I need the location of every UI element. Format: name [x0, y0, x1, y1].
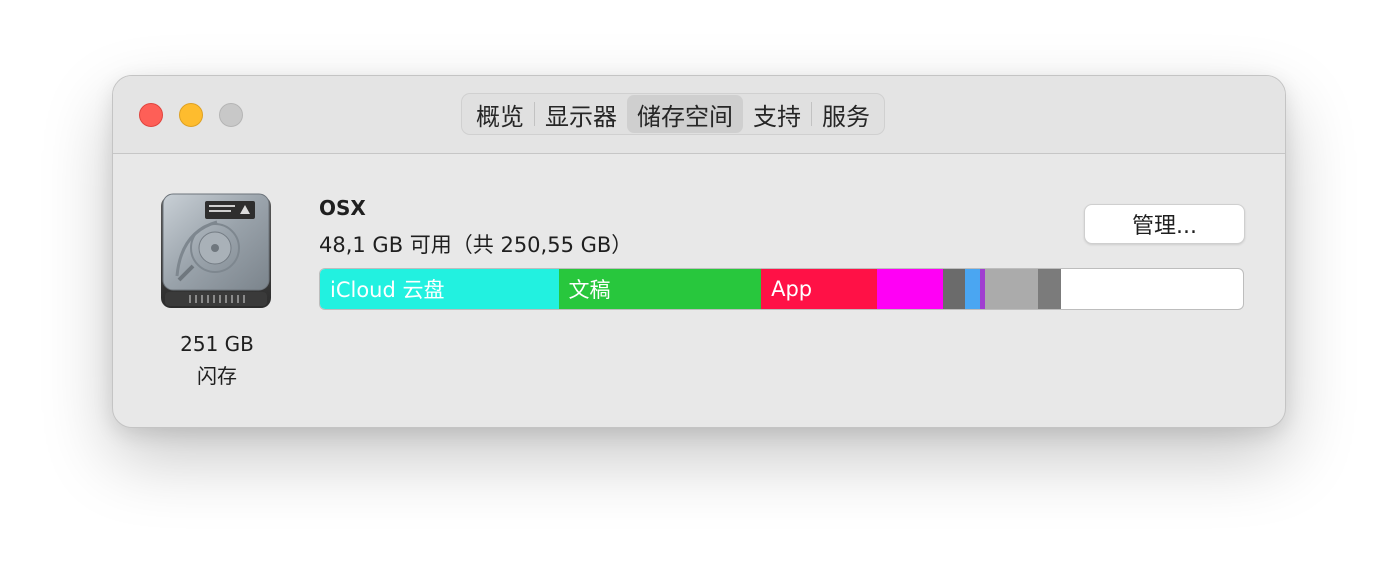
tab-service[interactable]: 服务 — [812, 95, 880, 133]
storage-segment — [1038, 269, 1062, 309]
storage-segment-label: iCloud 云盘 — [330, 278, 445, 302]
volume-name: OSX — [319, 196, 366, 220]
tab-displays[interactable]: 显示器 — [535, 95, 627, 133]
storage-usage-bar: iCloud 云盘 文稿 App — [319, 268, 1244, 310]
disk-type: 闪存 — [197, 364, 237, 388]
close-button[interactable] — [139, 103, 163, 127]
tab-bar: 概览 显示器 储存空间 支持 服务 — [461, 93, 885, 135]
minimize-button[interactable] — [179, 103, 203, 127]
disk-capacity: 251 GB — [180, 332, 254, 356]
storage-segment — [984, 269, 1039, 309]
storage-segment: App — [761, 269, 877, 309]
zoom-button[interactable] — [219, 103, 243, 127]
hard-drive-icon — [161, 193, 271, 308]
volume-usage-info: 48,1 GB 可用（共 250,55 GB） — [319, 233, 633, 257]
about-this-mac-window: 概览 显示器 储存空间 支持 服务 251 GB 闪存 OSX 48,1 GB … — [112, 75, 1286, 428]
title-bar: 概览 显示器 储存空间 支持 服务 — [113, 76, 1285, 154]
manage-button[interactable]: 管理... — [1084, 204, 1245, 244]
storage-segment: 文稿 — [558, 269, 762, 309]
tab-support[interactable]: 支持 — [743, 95, 811, 133]
storage-segment-label: App — [771, 277, 813, 301]
storage-segment — [876, 269, 943, 309]
storage-segment — [964, 269, 980, 309]
storage-segment: iCloud 云盘 — [320, 269, 559, 309]
storage-segment — [942, 269, 965, 309]
tab-overview[interactable]: 概览 — [466, 95, 534, 133]
storage-segment-label: 文稿 — [568, 278, 611, 302]
tab-storage[interactable]: 储存空间 — [627, 95, 743, 133]
